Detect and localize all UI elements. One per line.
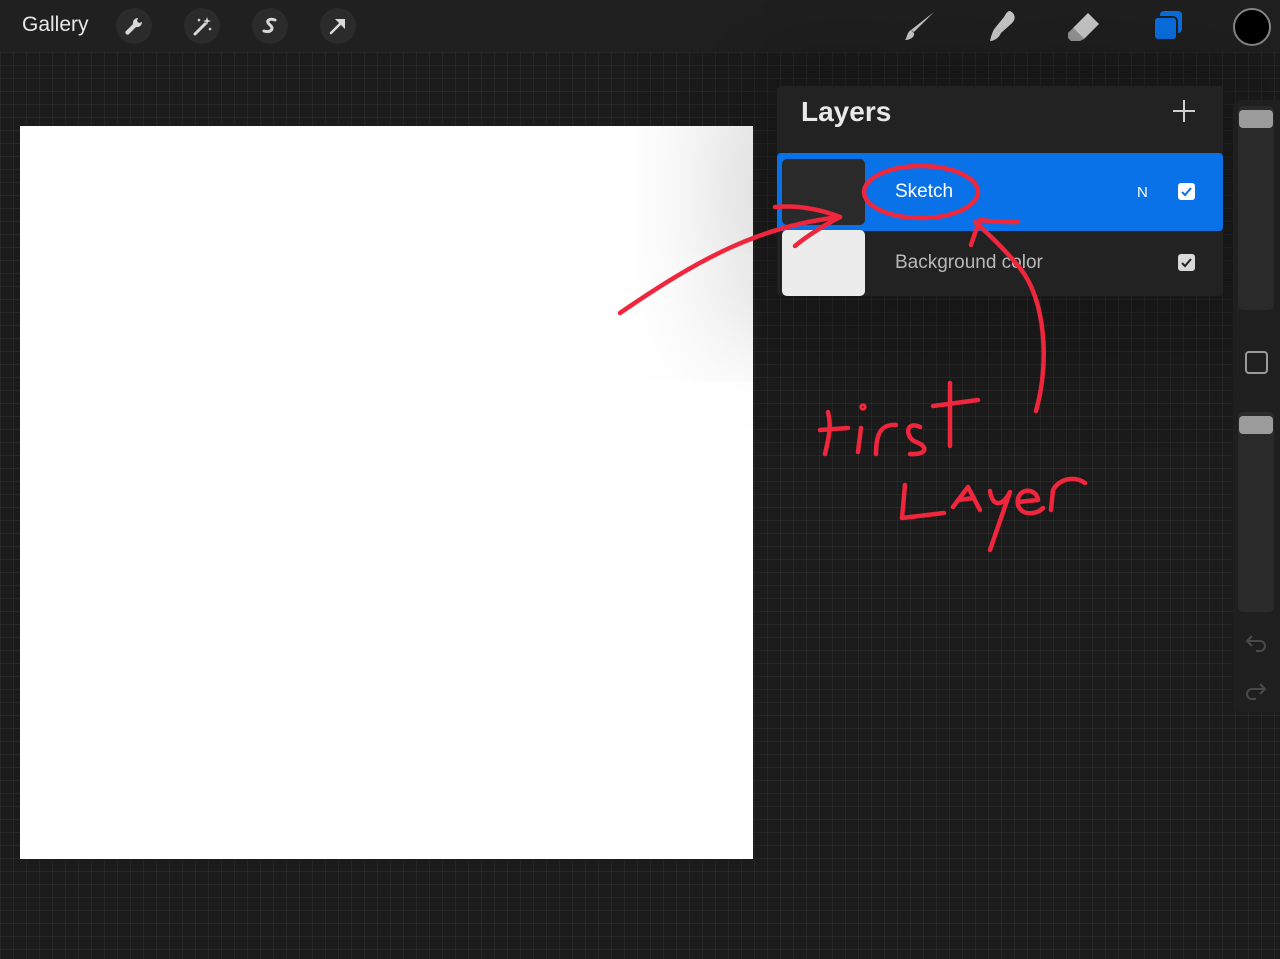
smudge-button[interactable] (982, 6, 1022, 46)
opacity-slider-thumb[interactable] (1239, 416, 1273, 434)
layer-thumbnail (782, 230, 865, 296)
transform-button[interactable] (320, 8, 356, 44)
add-layer-button[interactable] (1169, 96, 1199, 126)
eraser-button[interactable] (1064, 6, 1104, 46)
layer-thumbnail (782, 159, 865, 225)
gallery-button[interactable]: Gallery (22, 13, 89, 37)
layers-icon (1153, 11, 1182, 41)
brush-icon (905, 12, 934, 40)
smudge-icon (990, 11, 1015, 41)
brush-size-slider[interactable] (1238, 106, 1274, 310)
layers-panel-title: Layers (801, 96, 892, 127)
layers-panel: Layers Sketch N Background color (777, 86, 1223, 296)
selection-button[interactable] (252, 8, 288, 44)
sidebar (1233, 100, 1280, 712)
layer-name: Sketch (895, 181, 954, 202)
layers-button[interactable] (1148, 6, 1188, 46)
checkmark-icon (1181, 187, 1192, 197)
opacity-slider[interactable] (1238, 412, 1274, 612)
layer-visibility-checkbox[interactable] (1178, 183, 1195, 200)
blend-mode-button[interactable]: N (1137, 184, 1148, 201)
layer-row-sketch[interactable]: Sketch N (777, 153, 1223, 231)
actions-button[interactable] (116, 8, 152, 44)
drawing-canvas[interactable] (20, 126, 753, 859)
top-toolbar: Gallery (0, 0, 1280, 52)
modify-square-icon[interactable] (1245, 351, 1268, 374)
adjustments-button[interactable] (184, 8, 220, 44)
magic-wand-icon (193, 17, 212, 36)
color-picker-button[interactable] (1233, 8, 1271, 46)
eraser-icon (1068, 13, 1099, 41)
layer-name: Background color (895, 252, 1043, 273)
brush-size-slider-thumb[interactable] (1239, 110, 1273, 128)
redo-icon[interactable] (1244, 680, 1268, 700)
brush-button[interactable] (900, 6, 940, 46)
transform-arrow-icon (329, 19, 345, 35)
wrench-icon (125, 17, 143, 35)
undo-icon[interactable] (1244, 632, 1268, 652)
checkmark-icon (1181, 258, 1192, 268)
plus-icon (1173, 100, 1195, 122)
layer-row-background-color[interactable]: Background color (777, 224, 1223, 302)
selection-icon (262, 17, 277, 33)
layer-visibility-checkbox[interactable] (1178, 254, 1195, 271)
